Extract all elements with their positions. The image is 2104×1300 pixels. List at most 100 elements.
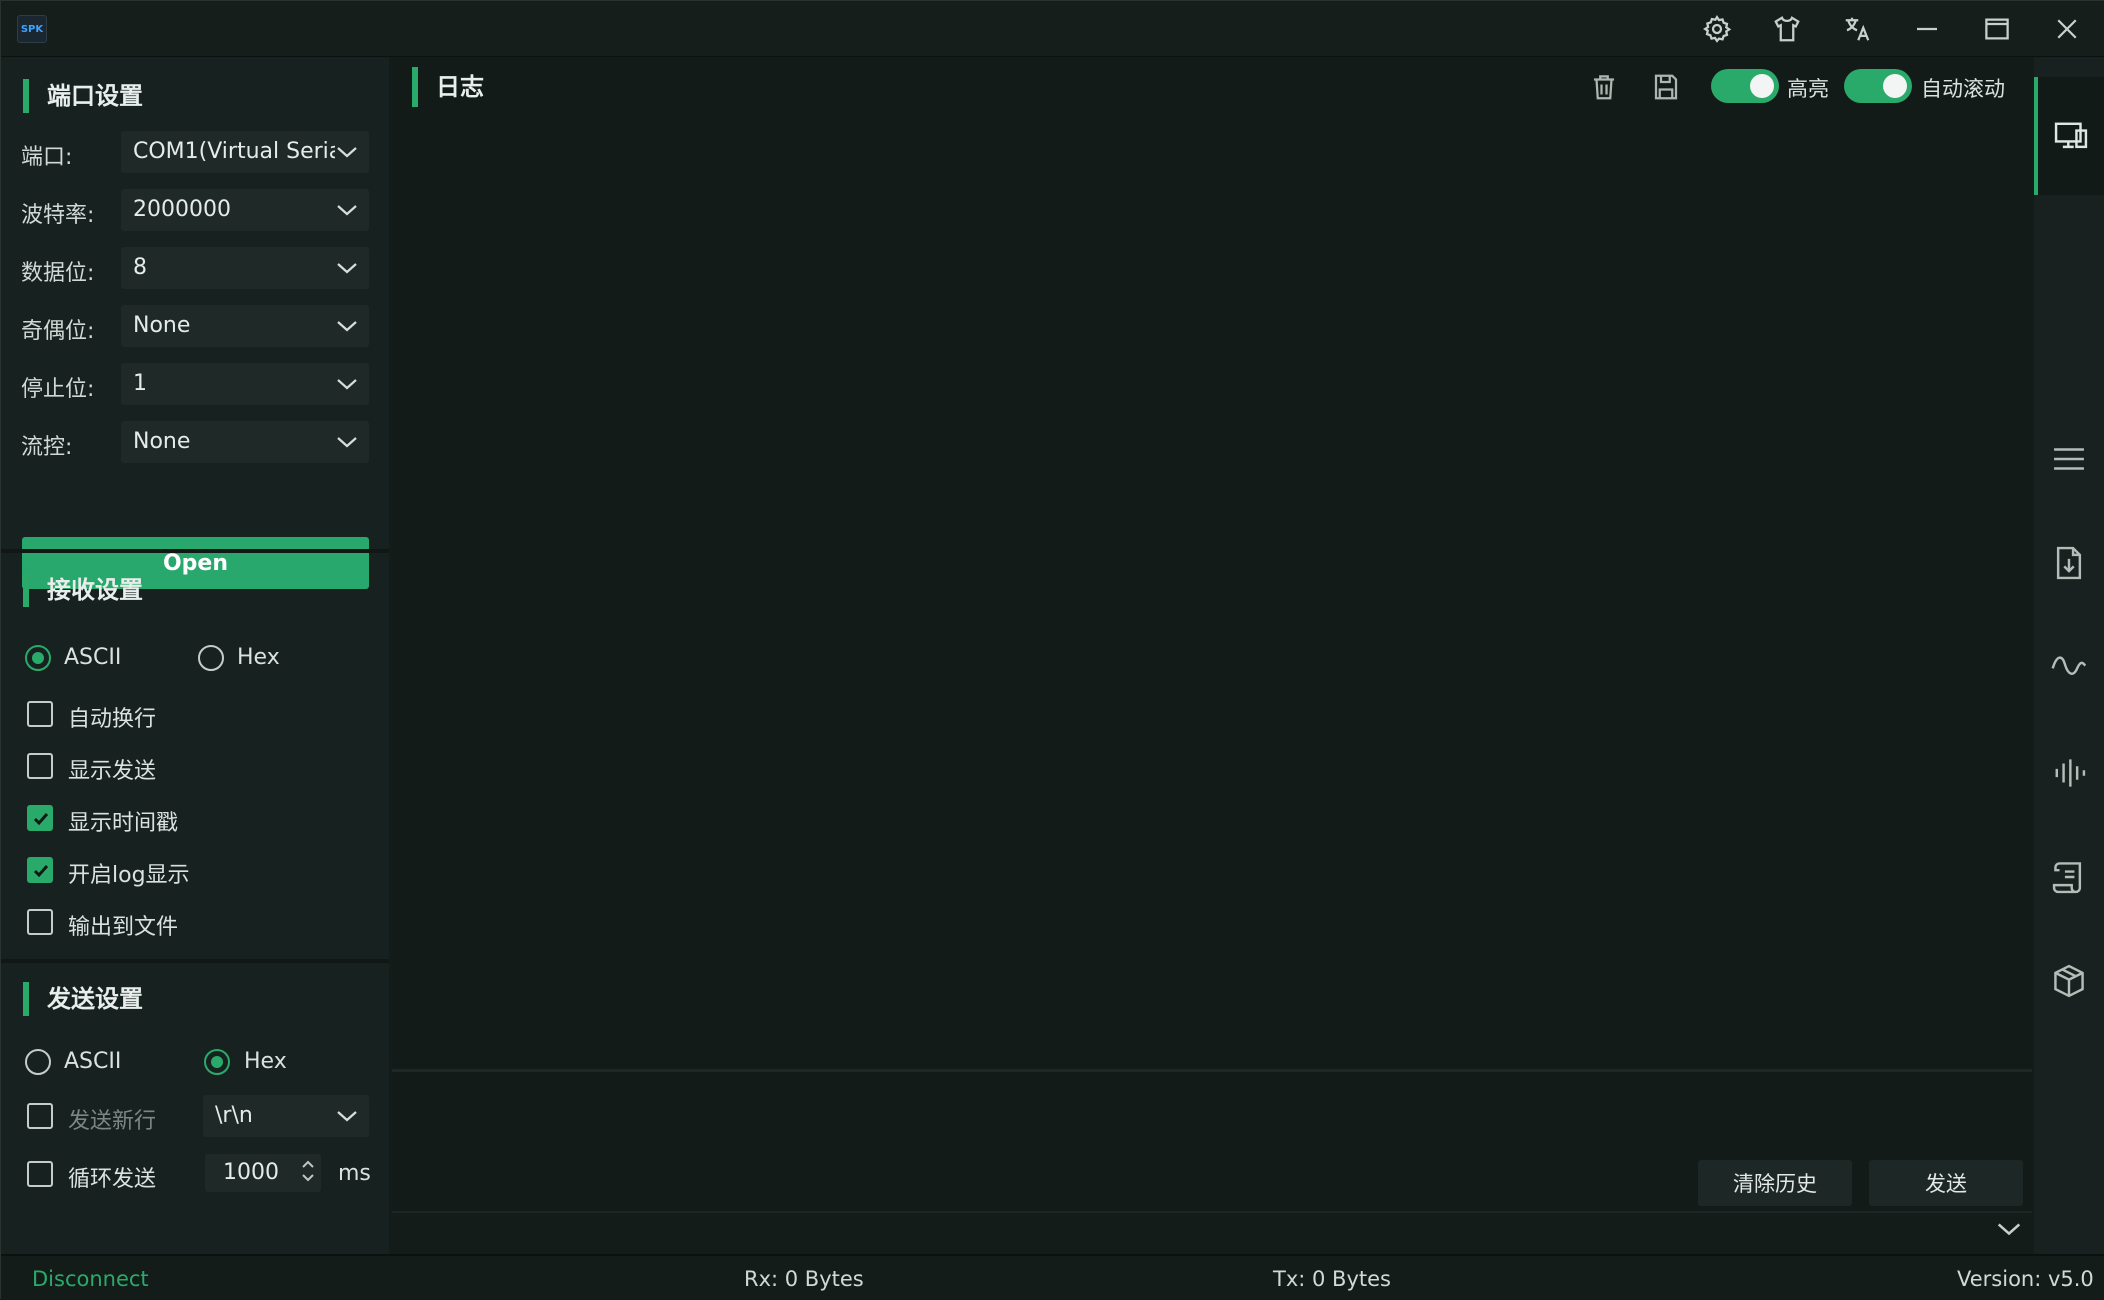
highlight-toggle[interactable]: [1711, 69, 1779, 103]
newline-select[interactable]: \r\n: [203, 1095, 369, 1137]
log-title: 日志: [412, 67, 484, 107]
port-label: 端口:: [21, 145, 73, 170]
menu-icon: [2054, 448, 2084, 470]
chevron-down-icon: [335, 305, 359, 347]
flowcontrol-select[interactable]: None: [121, 421, 369, 463]
enable-log-checkbox[interactable]: [27, 857, 53, 883]
auto-wrap-label: 自动换行: [68, 707, 157, 732]
log-panel: 日志 高亮 自动滚动: [392, 57, 2032, 1069]
baudrate-label: 波特率:: [21, 203, 95, 228]
parity-select[interactable]: None: [121, 305, 369, 347]
send-ascii-radio[interactable]: [25, 1049, 51, 1075]
show-timestamp-label: 显示时间戳: [68, 811, 179, 836]
minimize-icon[interactable]: [1909, 11, 1945, 47]
receive-hex-radio[interactable]: [198, 645, 224, 671]
receive-settings-title: 接收设置: [23, 573, 143, 607]
loop-interval-input[interactable]: 1000: [205, 1154, 321, 1192]
send-ascii-label: ASCII: [64, 1049, 122, 1074]
theme-icon[interactable]: [1769, 11, 1805, 47]
newline-value: \r\n: [215, 1103, 253, 1128]
section-divider: [1, 549, 389, 553]
translate-icon[interactable]: [1839, 11, 1875, 47]
checkmark-icon: [33, 865, 49, 878]
connection-status: Disconnect: [32, 1267, 149, 1291]
send-newline-checkbox[interactable]: [27, 1103, 53, 1129]
send-newline-label: 发送新行: [68, 1109, 157, 1134]
title-bar: SPK: [1, 1, 2104, 57]
clear-log-button[interactable]: [1584, 67, 1624, 107]
databits-label: 数据位:: [21, 261, 95, 286]
nav-menu[interactable]: [2034, 429, 2104, 489]
tx-counter: Tx: 0 Bytes: [1273, 1267, 1391, 1291]
chevron-down-icon[interactable]: [300, 1172, 316, 1184]
baudrate-value: 2000000: [133, 197, 231, 222]
settings-icon[interactable]: [1699, 11, 1735, 47]
chevron-down-icon: [335, 131, 359, 173]
output-file-label: 输出到文件: [68, 915, 179, 940]
send-hex-label: Hex: [244, 1049, 287, 1074]
show-sent-label: 显示发送: [68, 759, 157, 784]
interval-stepper[interactable]: [299, 1156, 317, 1190]
port-settings-title: 端口设置: [23, 79, 143, 113]
send-input-area[interactable]: 清除历史 发送: [392, 1069, 2032, 1211]
package-icon: [2054, 964, 2084, 998]
nav-serial-port[interactable]: [2034, 77, 2104, 195]
loop-unit-label: ms: [338, 1161, 371, 1186]
show-sent-checkbox[interactable]: [27, 753, 53, 779]
rx-counter: Rx: 0 Bytes: [744, 1267, 864, 1291]
receive-ascii-radio[interactable]: [25, 645, 51, 671]
port-select[interactable]: COM1(Virtual Serial: [121, 131, 369, 173]
script-icon: [2052, 862, 2082, 894]
log-output-area[interactable]: [392, 121, 2032, 1069]
chevron-down-icon: [335, 1095, 359, 1137]
loop-interval-value: 1000: [223, 1160, 279, 1185]
sine-wave-icon: [2051, 656, 2087, 675]
port-value: COM1(Virtual Serial: [133, 139, 349, 164]
databits-select[interactable]: 8: [121, 247, 369, 289]
app-window: SPK 端口设置 端口: COM1(Virtual Serial 波特率: 20…: [0, 0, 2104, 1300]
baudrate-select[interactable]: 2000000: [121, 189, 369, 231]
maximize-icon[interactable]: [1979, 11, 2015, 47]
autoscroll-label: 自动滚动: [1921, 77, 2005, 101]
nav-script[interactable]: [2034, 847, 2104, 907]
nav-file-download[interactable]: [2034, 533, 2104, 593]
parity-label: 奇偶位:: [21, 319, 95, 344]
devices-icon: [2054, 122, 2088, 149]
highlight-label: 高亮: [1787, 77, 1829, 101]
show-timestamp-checkbox[interactable]: [27, 805, 53, 831]
chevron-down-icon: [335, 421, 359, 463]
stopbits-select[interactable]: 1: [121, 363, 369, 405]
app-logo: SPK: [17, 15, 47, 43]
send-button[interactable]: 发送: [1869, 1160, 2023, 1206]
chevron-down-icon: [335, 363, 359, 405]
send-hex-radio[interactable]: [204, 1049, 230, 1075]
auto-wrap-checkbox[interactable]: [27, 701, 53, 727]
output-file-checkbox[interactable]: [27, 909, 53, 935]
loop-send-checkbox[interactable]: [27, 1161, 53, 1187]
chevron-down-icon[interactable]: [1996, 1221, 2022, 1241]
stopbits-label: 停止位:: [21, 377, 95, 402]
loop-send-label: 循环发送: [68, 1167, 157, 1192]
flowcontrol-value: None: [133, 429, 191, 454]
parity-value: None: [133, 313, 191, 338]
send-settings-title: 发送设置: [23, 982, 143, 1016]
chevron-down-icon: [335, 189, 359, 231]
audio-bars-icon: [2055, 759, 2086, 787]
nav-package[interactable]: [2034, 951, 2104, 1011]
close-icon[interactable]: [2049, 11, 2085, 47]
receive-hex-label: Hex: [237, 645, 280, 670]
status-bar: Disconnect Rx: 0 Bytes Tx: 0 Bytes Versi…: [1, 1254, 2104, 1300]
enable-log-label: 开启log显示: [68, 863, 190, 888]
nav-audio[interactable]: [2034, 743, 2104, 803]
settings-panel: 端口设置 端口: COM1(Virtual Serial 波特率: 200000…: [1, 57, 389, 1254]
nav-waveform[interactable]: [2034, 637, 2104, 697]
chevron-down-icon: [335, 247, 359, 289]
receive-ascii-label: ASCII: [64, 645, 122, 670]
history-strip[interactable]: [392, 1211, 2032, 1254]
save-log-button[interactable]: [1646, 67, 1686, 107]
version-label: Version: v5.0: [1957, 1267, 2094, 1291]
clear-history-button[interactable]: 清除历史: [1698, 1160, 1852, 1206]
autoscroll-toggle[interactable]: [1844, 69, 1912, 103]
chevron-up-icon[interactable]: [300, 1158, 316, 1170]
file-download-icon: [2056, 546, 2082, 580]
